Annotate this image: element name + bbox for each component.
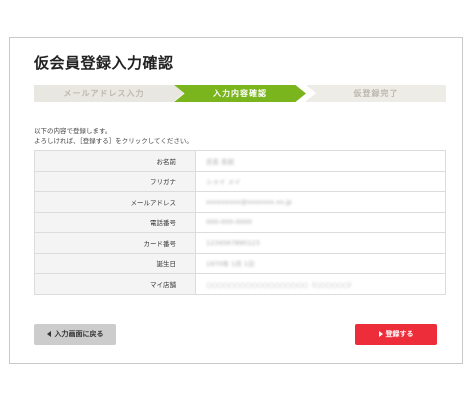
table-row: メールアドレス xxxxxxxxx@xxxxxxx.xx.jp <box>34 191 446 213</box>
page-title: 仮会員登録入力確認 <box>34 54 174 72</box>
register-button-label: 登録する <box>385 330 414 338</box>
back-button-label: 入力画面に戻る <box>54 330 104 338</box>
step-registration-complete: 仮登録完了 <box>306 85 446 102</box>
field-label-name: お名前 <box>34 150 196 172</box>
table-row: カード番号 1234567890123 <box>34 232 446 254</box>
step-confirm-input: 入力内容確認 <box>174 85 306 102</box>
table-row: お名前 氏名 名前 <box>34 150 446 172</box>
field-label-furigana: フリガナ <box>34 170 196 192</box>
intro-line-1: 以下の内容で登録します。 <box>34 127 112 135</box>
intro-line-2: よろしければ、［登録する］をクリックしてください。 <box>34 137 193 145</box>
field-value-birthday: 1970年 1月 1日 <box>195 252 446 274</box>
confirmation-table: お名前 氏名 名前 フリガナ シメイ メイ メールアドレス xxxxxxxxx@… <box>34 150 446 295</box>
register-button[interactable]: 登録する <box>355 324 437 345</box>
field-value-name: 氏名 名前 <box>195 150 446 172</box>
field-value-card-number: 1234567890123 <box>195 232 446 254</box>
table-row: 誕生日 1970年 1月 1日 <box>34 252 446 274</box>
field-label-phone: 電話番号 <box>34 211 196 233</box>
intro-text: 以下の内容で登録します。 よろしければ、［登録する］をクリックしてください。 <box>34 126 193 146</box>
field-value-my-store: ○○○○○○○○○○○○○○○○○○（○○○○○○） <box>195 273 446 295</box>
field-value-furigana: シメイ メイ <box>195 170 446 192</box>
arrow-left-icon <box>46 331 51 337</box>
progress-steps: メールアドレス入力 仮登録完了 入力内容確認 <box>34 85 446 102</box>
arrow-right-icon <box>378 331 383 337</box>
table-row: マイ店舗 ○○○○○○○○○○○○○○○○○○（○○○○○○） <box>34 273 446 295</box>
table-row: 電話番号 000-000-0000 <box>34 211 446 233</box>
field-label-email: メールアドレス <box>34 191 196 213</box>
field-value-phone: 000-000-0000 <box>195 211 446 233</box>
confirmation-card: 仮会員登録入力確認 メールアドレス入力 仮登録完了 入力内容確認 以下の内容で登… <box>9 37 463 364</box>
field-label-card-number: カード番号 <box>34 232 196 254</box>
back-to-input-button[interactable]: 入力画面に戻る <box>34 324 116 345</box>
field-label-my-store: マイ店舗 <box>34 273 196 295</box>
table-row: フリガナ シメイ メイ <box>34 170 446 192</box>
field-label-birthday: 誕生日 <box>34 252 196 274</box>
field-value-email: xxxxxxxxx@xxxxxxx.xx.jp <box>195 191 446 213</box>
step-email-input: メールアドレス入力 <box>34 85 184 102</box>
